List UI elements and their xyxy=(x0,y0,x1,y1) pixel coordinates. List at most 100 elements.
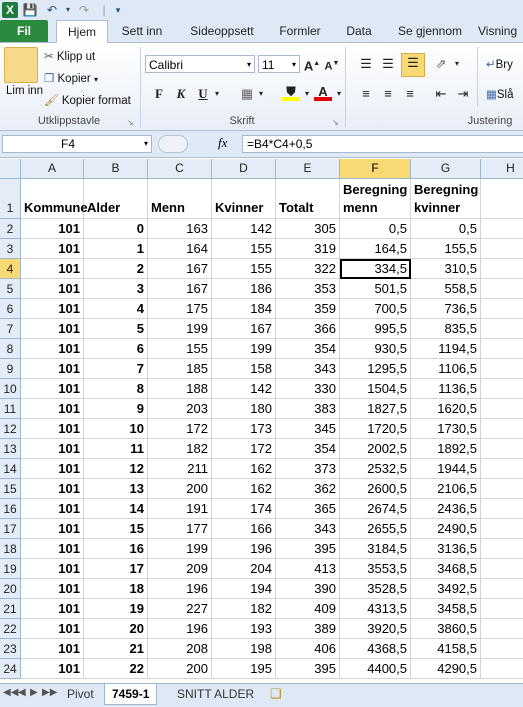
column-header[interactable]: A xyxy=(21,159,84,179)
table-cell[interactable] xyxy=(481,659,523,679)
column-header[interactable]: E xyxy=(276,159,340,179)
table-cell[interactable]: 1720,5 xyxy=(340,419,411,439)
align-bottom-icon[interactable]: ☰ xyxy=(401,53,425,77)
row-header[interactable]: 5 xyxy=(0,279,21,299)
dialog-launcher-icon[interactable]: ↘ xyxy=(127,118,134,127)
tab-home[interactable]: Hjem xyxy=(56,20,108,44)
table-cell[interactable]: 15 xyxy=(84,519,148,539)
table-cell[interactable] xyxy=(481,379,523,399)
table-cell[interactable]: 395 xyxy=(276,659,340,679)
table-cell[interactable]: 0 xyxy=(84,219,148,239)
row-header[interactable]: 4 xyxy=(0,259,21,279)
table-cell[interactable]: 343 xyxy=(276,359,340,379)
table-cell[interactable]: 365 xyxy=(276,499,340,519)
table-cell[interactable]: 101 xyxy=(21,659,84,679)
row-header[interactable]: 7 xyxy=(0,319,21,339)
table-cell[interactable]: 199 xyxy=(212,339,276,359)
table-cell[interactable]: 354 xyxy=(276,339,340,359)
tab-file[interactable]: Fil xyxy=(0,20,48,42)
row-header[interactable]: 8 xyxy=(0,339,21,359)
table-cell[interactable]: 209 xyxy=(148,559,212,579)
table-cell[interactable]: 16 xyxy=(84,539,148,559)
table-cell[interactable]: 142 xyxy=(212,219,276,239)
table-cell[interactable]: 167 xyxy=(148,259,212,279)
table-cell[interactable]: 1827,5 xyxy=(340,399,411,419)
align-left-icon[interactable]: ≡ xyxy=(357,85,375,103)
table-cell[interactable]: 3492,5 xyxy=(411,579,481,599)
table-cell[interactable]: 173 xyxy=(212,419,276,439)
table-cell[interactable] xyxy=(481,279,523,299)
increase-indent-icon[interactable]: ⇥ xyxy=(454,85,472,103)
table-cell[interactable] xyxy=(481,459,523,479)
row-header[interactable]: 23 xyxy=(0,639,21,659)
table-cell[interactable]: 158 xyxy=(212,359,276,379)
row-header[interactable]: 16 xyxy=(0,499,21,519)
table-cell[interactable]: 1 xyxy=(84,239,148,259)
table-cell[interactable]: 155 xyxy=(212,259,276,279)
formula-input[interactable]: =B4*C4+0,5 xyxy=(242,135,523,153)
undo-dropdown-icon[interactable]: ▾ xyxy=(60,2,76,18)
table-cell[interactable]: 835,5 xyxy=(411,319,481,339)
table-cell[interactable]: 196 xyxy=(148,579,212,599)
table-cell[interactable]: 8 xyxy=(84,379,148,399)
table-cell[interactable]: 305 xyxy=(276,219,340,239)
table-cell[interactable]: 14 xyxy=(84,499,148,519)
align-center-icon[interactable]: ≡ xyxy=(379,85,397,103)
table-cell[interactable]: 174 xyxy=(212,499,276,519)
table-cell[interactable]: 4368,5 xyxy=(340,639,411,659)
font-size-select[interactable]: 11 ▾ xyxy=(258,55,300,73)
tab-view[interactable]: Visning xyxy=(478,20,523,42)
table-cell[interactable]: 101 xyxy=(21,499,84,519)
header-cell[interactable] xyxy=(481,179,523,219)
table-cell[interactable]: 101 xyxy=(21,639,84,659)
row-header[interactable]: 6 xyxy=(0,299,21,319)
table-cell[interactable]: 1194,5 xyxy=(411,339,481,359)
tab-review[interactable]: Se gjennom xyxy=(390,20,470,42)
bold-icon[interactable]: F xyxy=(150,85,168,103)
table-cell[interactable]: 373 xyxy=(276,459,340,479)
paste-button[interactable]: Lim inn xyxy=(6,85,43,97)
table-cell[interactable] xyxy=(481,439,523,459)
header-cell[interactable]: Beregning menn xyxy=(340,179,411,219)
table-cell[interactable] xyxy=(481,559,523,579)
table-cell[interactable]: 162 xyxy=(212,459,276,479)
table-cell[interactable]: 142 xyxy=(212,379,276,399)
table-cell[interactable]: 359 xyxy=(276,299,340,319)
table-cell[interactable]: 395 xyxy=(276,539,340,559)
table-cell[interactable]: 1892,5 xyxy=(411,439,481,459)
table-cell[interactable]: 17 xyxy=(84,559,148,579)
table-cell[interactable]: 177 xyxy=(148,519,212,539)
row-header[interactable]: 24 xyxy=(0,659,21,679)
row-header[interactable]: 21 xyxy=(0,599,21,619)
align-right-icon[interactable]: ≡ xyxy=(401,85,419,103)
italic-icon[interactable]: K xyxy=(172,85,190,103)
table-cell[interactable]: 101 xyxy=(21,439,84,459)
prev-sheet-icon[interactable]: ◀ xyxy=(18,687,26,698)
paste-icon[interactable] xyxy=(4,47,38,83)
table-cell[interactable]: 366 xyxy=(276,319,340,339)
header-cell[interactable]: Totalt xyxy=(276,179,340,219)
table-cell[interactable]: 180 xyxy=(212,399,276,419)
align-middle-icon[interactable]: ☰ xyxy=(379,55,397,73)
table-cell[interactable]: 2674,5 xyxy=(340,499,411,519)
column-header[interactable]: C xyxy=(148,159,212,179)
row-header[interactable]: 12 xyxy=(0,419,21,439)
undo-icon[interactable]: ↶ xyxy=(44,2,60,18)
table-cell[interactable]: 353 xyxy=(276,279,340,299)
chevron-down-icon[interactable]: ▾ xyxy=(144,136,148,152)
header-cell[interactable]: Alder xyxy=(84,179,148,219)
table-cell[interactable] xyxy=(481,499,523,519)
sheet-tab-snitt-alder[interactable]: SNITT ALDER xyxy=(170,684,261,704)
table-cell[interactable]: 166 xyxy=(212,519,276,539)
spreadsheet-grid[interactable]: ABCDEFGH 1 Kommune Alder Menn Kvinner Totalt B… xyxy=(0,159,523,683)
table-cell[interactable]: 211 xyxy=(148,459,212,479)
table-cell[interactable]: 199 xyxy=(148,539,212,559)
table-cell[interactable]: 172 xyxy=(148,419,212,439)
table-cell[interactable]: 101 xyxy=(21,599,84,619)
align-top-icon[interactable]: ☰ xyxy=(357,55,375,73)
table-cell[interactable]: 101 xyxy=(21,459,84,479)
row-header[interactable]: 17 xyxy=(0,519,21,539)
column-header[interactable]: B xyxy=(84,159,148,179)
table-cell[interactable]: 1504,5 xyxy=(340,379,411,399)
table-cell[interactable] xyxy=(481,339,523,359)
